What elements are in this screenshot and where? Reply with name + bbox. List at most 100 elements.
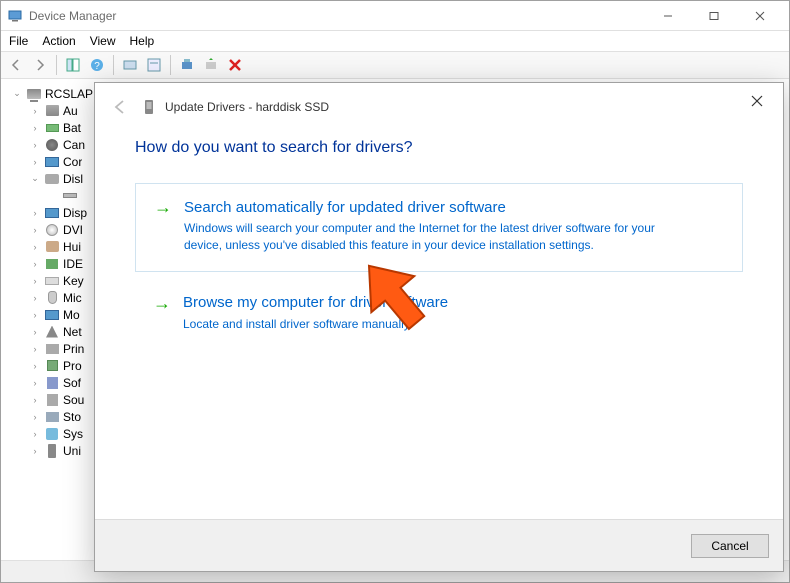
chevron-right-icon[interactable]: › [29, 140, 41, 150]
tree-item-label: Net [63, 325, 82, 339]
update-driver-icon[interactable] [176, 54, 198, 76]
device-category-icon [44, 341, 60, 357]
app-icon [7, 8, 23, 24]
tree-item-label: Can [63, 138, 85, 152]
device-category-icon [44, 392, 60, 408]
dialog-footer: Cancel [95, 519, 783, 571]
toolbar-divider [113, 55, 114, 75]
dialog-header: Update Drivers - harddisk SSD [95, 83, 783, 131]
help-button[interactable]: ? [86, 54, 108, 76]
minimize-button[interactable] [645, 1, 691, 31]
dialog-back-button[interactable] [107, 94, 133, 120]
menu-help[interactable]: Help [130, 34, 155, 48]
uninstall-icon[interactable] [200, 54, 222, 76]
cancel-button[interactable]: Cancel [691, 534, 769, 558]
chevron-right-icon[interactable]: › [29, 259, 41, 269]
back-button[interactable] [5, 54, 27, 76]
device-category-icon [44, 426, 60, 442]
tree-item-label: Disl [63, 172, 83, 186]
tree-item-label: Disp [63, 206, 87, 220]
tree-item-label: Mo [63, 308, 80, 322]
chevron-down-icon[interactable]: ⌄ [29, 173, 41, 184]
chevron-right-icon[interactable]: › [29, 106, 41, 116]
device-category-icon [44, 205, 60, 221]
device-category-icon [44, 409, 60, 425]
dialog-title: Update Drivers - harddisk SSD [165, 100, 329, 114]
option-search-automatically[interactable]: → Search automatically for updated drive… [135, 183, 743, 272]
tree-item-label: Pro [63, 359, 82, 373]
device-category-icon [44, 239, 60, 255]
computer-icon [26, 86, 42, 102]
chevron-down-icon[interactable]: ⌄ [11, 88, 23, 99]
chevron-right-icon[interactable]: › [29, 429, 41, 439]
tree-item-label: Prin [63, 342, 84, 356]
update-drivers-dialog: Update Drivers - harddisk SSD How do you… [94, 82, 784, 572]
disable-icon[interactable] [224, 54, 246, 76]
device-category-icon [44, 120, 60, 136]
chevron-right-icon[interactable]: › [29, 310, 41, 320]
tree-item-label: Key [63, 274, 84, 288]
chevron-right-icon[interactable]: › [29, 293, 41, 303]
toolbar: ? [1, 51, 789, 79]
device-category-icon [44, 324, 60, 340]
chevron-right-icon[interactable]: › [29, 395, 41, 405]
device-category-icon [44, 256, 60, 272]
tree-item-label: Sof [63, 376, 81, 390]
chevron-right-icon[interactable]: › [29, 412, 41, 422]
show-hide-tree-button[interactable] [62, 54, 84, 76]
tree-item-label: Uni [63, 444, 81, 458]
tree-item-label: Sou [63, 393, 84, 407]
dialog-body: How do you want to search for drivers? →… [95, 131, 783, 519]
option-title: Search automatically for updated driver … [184, 199, 506, 216]
dialog-close-button[interactable] [737, 87, 777, 115]
tree-item-label: Hui [63, 240, 81, 254]
device-category-icon [44, 307, 60, 323]
properties-button[interactable] [143, 54, 165, 76]
arrow-right-icon: → [153, 294, 171, 312]
chevron-right-icon[interactable]: › [29, 344, 41, 354]
arrow-right-icon: → [154, 198, 172, 216]
svg-text:?: ? [94, 61, 100, 72]
forward-button[interactable] [29, 54, 51, 76]
dialog-question: How do you want to search for drivers? [135, 139, 743, 157]
device-category-icon [44, 443, 60, 459]
device-category-icon [44, 222, 60, 238]
device-category-icon [44, 171, 60, 187]
chevron-right-icon[interactable]: › [29, 276, 41, 286]
device-category-icon [44, 290, 60, 306]
tree-item-label: Sto [63, 410, 81, 424]
chevron-right-icon[interactable]: › [29, 378, 41, 388]
scan-button[interactable] [119, 54, 141, 76]
menu-action[interactable]: Action [42, 34, 75, 48]
device-category-icon [44, 103, 60, 119]
tree-item-label: Sys [63, 427, 83, 441]
option-description: Locate and install driver software manua… [183, 316, 663, 333]
tree-item-label: Cor [63, 155, 82, 169]
option-title: Browse my computer for driver software [183, 294, 448, 311]
menu-file[interactable]: File [9, 34, 28, 48]
chevron-right-icon[interactable]: › [29, 208, 41, 218]
menu-view[interactable]: View [90, 34, 116, 48]
device-icon [62, 188, 78, 204]
chevron-right-icon[interactable]: › [29, 361, 41, 371]
tree-root-label: RCSLAP [45, 87, 93, 101]
device-category-icon [44, 375, 60, 391]
tree-item-label: DVI [63, 223, 83, 237]
chevron-right-icon[interactable]: › [29, 446, 41, 456]
device-category-icon [44, 358, 60, 374]
maximize-button[interactable] [691, 1, 737, 31]
close-button[interactable] [737, 1, 783, 31]
title-bar: Device Manager [1, 1, 789, 31]
option-browse-computer[interactable]: → Browse my computer for driver software… [135, 294, 743, 333]
chevron-right-icon[interactable]: › [29, 123, 41, 133]
chevron-right-icon[interactable]: › [29, 327, 41, 337]
tree-item-label: Au [63, 104, 78, 118]
chevron-right-icon[interactable]: › [29, 225, 41, 235]
chevron-right-icon[interactable]: › [29, 242, 41, 252]
option-description: Windows will search your computer and th… [184, 220, 664, 255]
device-category-icon [44, 137, 60, 153]
device-category-icon [44, 154, 60, 170]
chevron-right-icon[interactable]: › [29, 157, 41, 167]
tree-item-label: Mic [63, 291, 82, 305]
toolbar-divider [170, 55, 171, 75]
